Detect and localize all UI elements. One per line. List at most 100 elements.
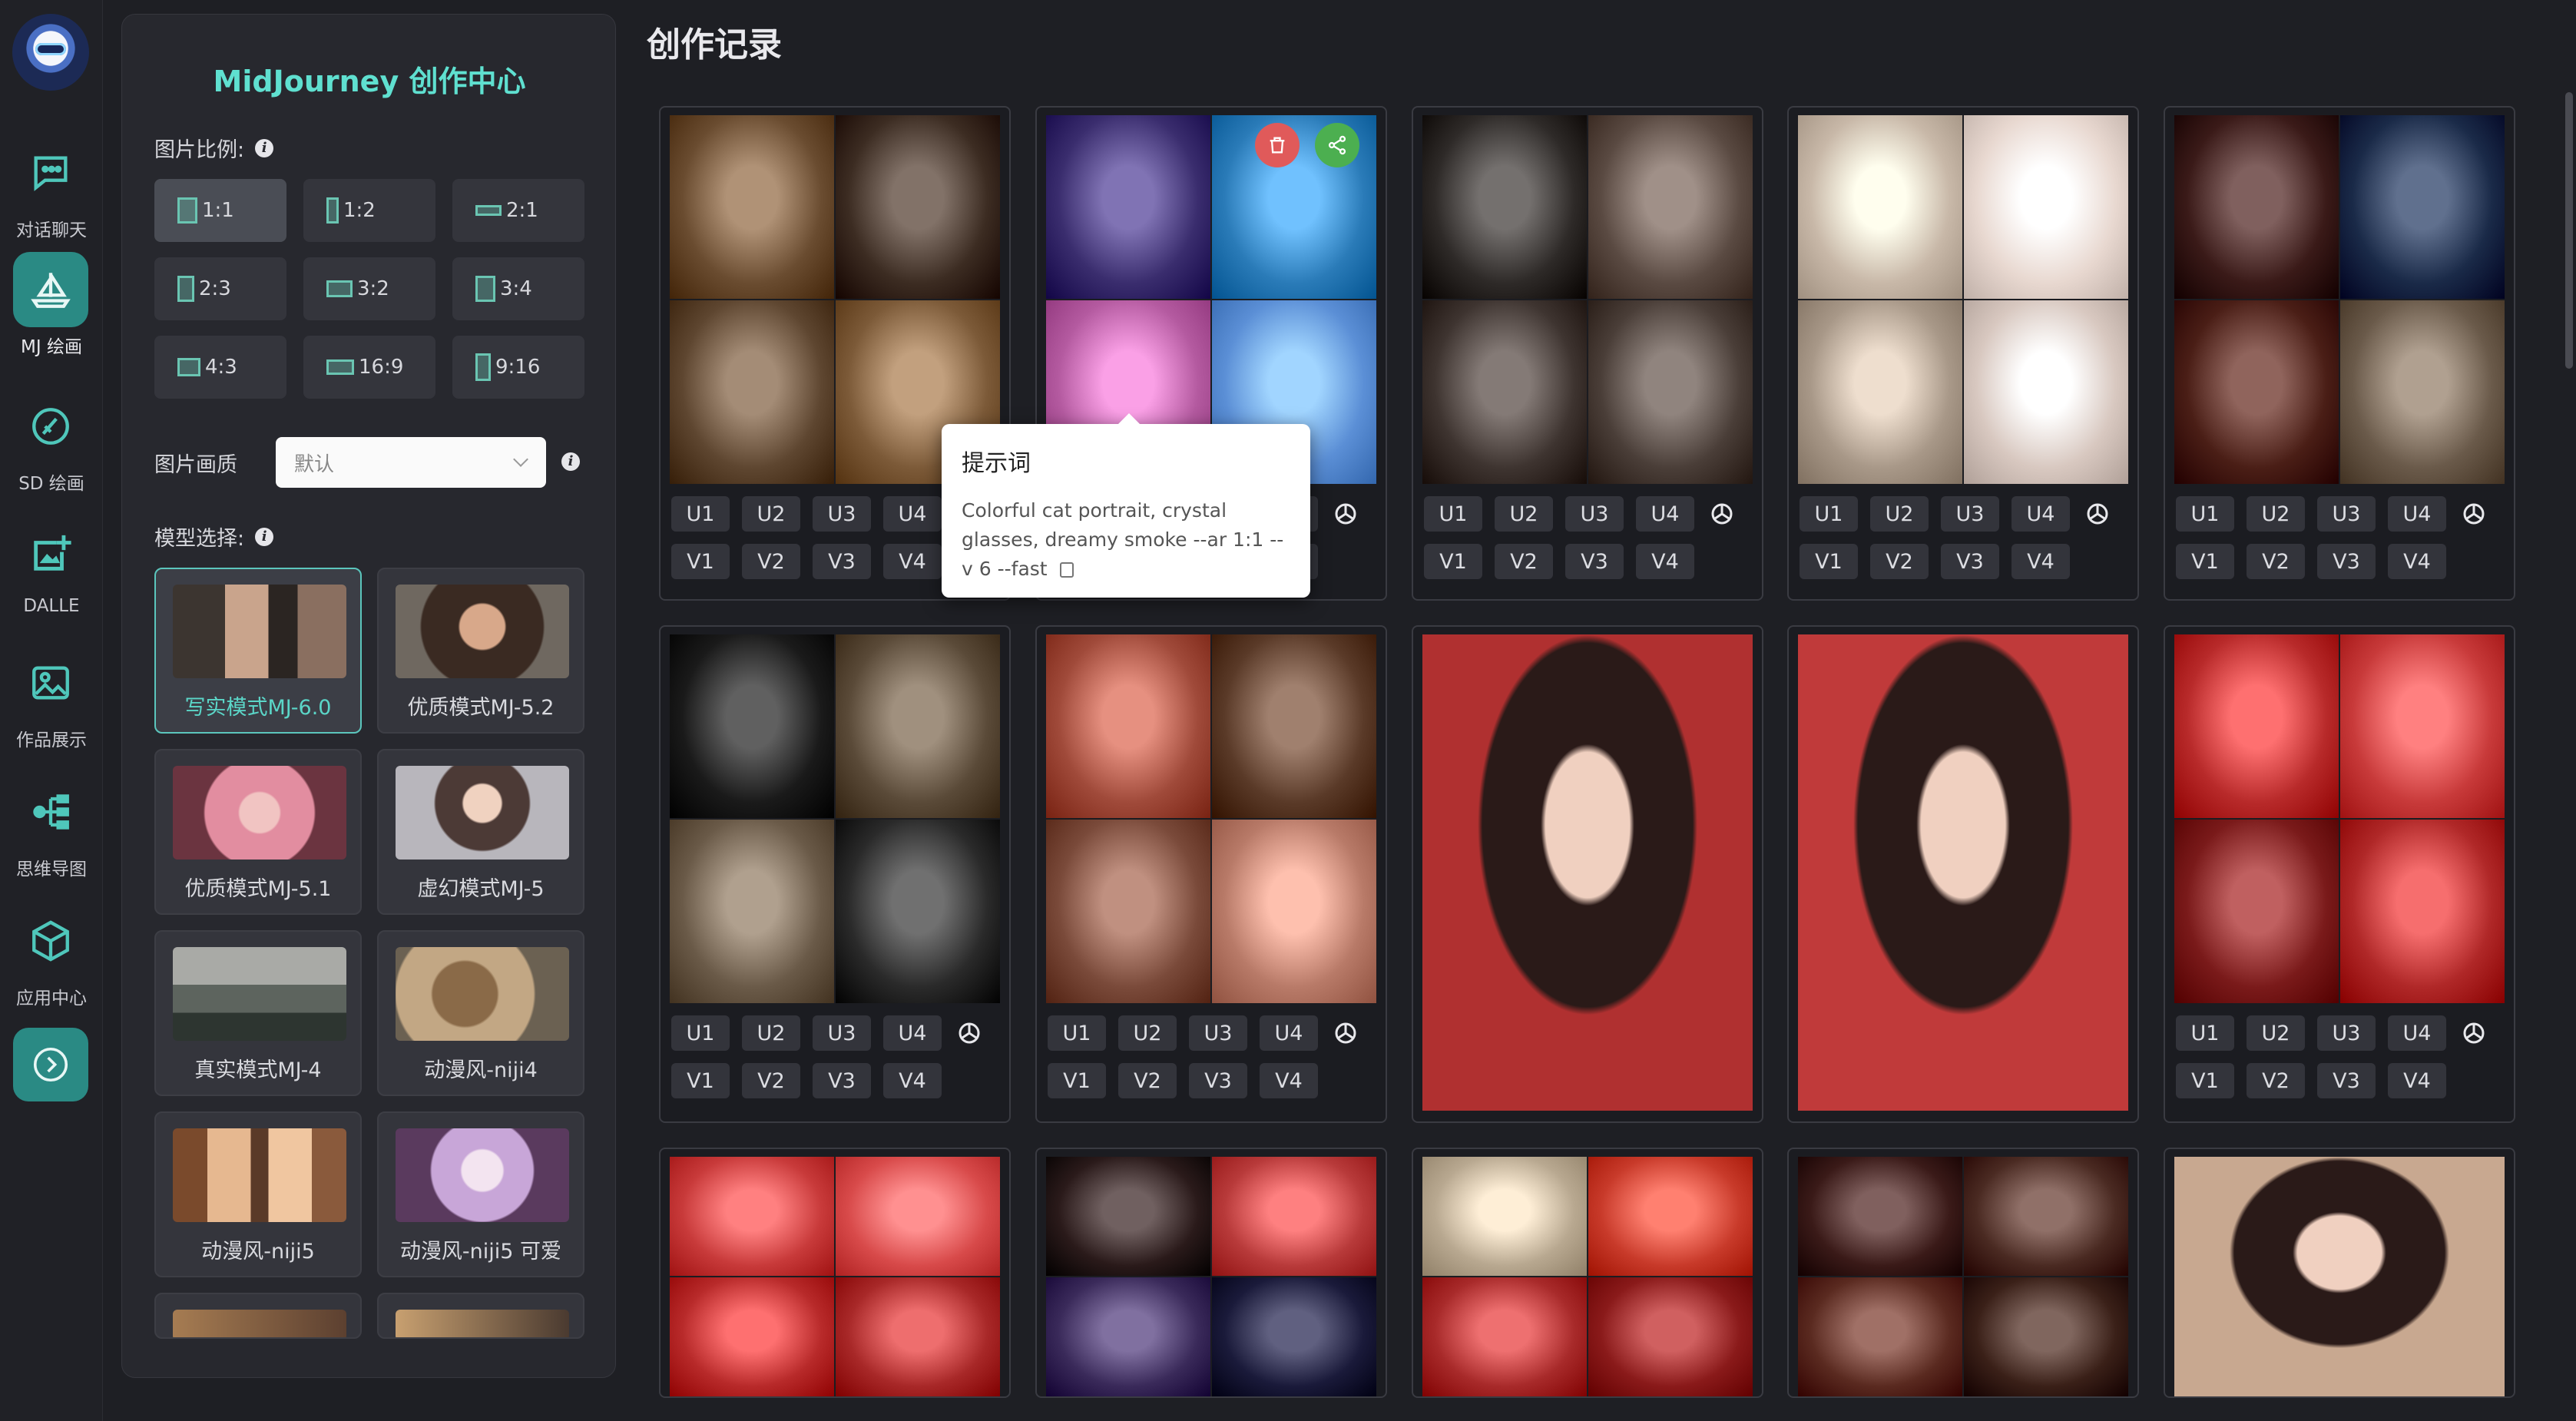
upscale-button-2[interactable]: U2 <box>1118 1015 1177 1051</box>
upscale-button-1[interactable]: U1 <box>2176 496 2234 532</box>
creation-card[interactable]: U1 U2 U3 U4 V1 V2 V3 V4 <box>1787 106 2139 601</box>
delete-button[interactable] <box>1255 123 1300 167</box>
creation-card[interactable]: U1 U2 U3 U4 V1 V2 V3 V4 <box>2164 106 2515 601</box>
variation-button-3[interactable]: V3 <box>1565 544 1624 579</box>
variation-button-2[interactable]: V2 <box>2247 1063 2305 1098</box>
variation-button-3[interactable]: V3 <box>1941 544 1999 579</box>
upscale-button-3[interactable]: U3 <box>813 1015 871 1051</box>
upscale-button-4[interactable]: U4 <box>2388 1015 2446 1051</box>
variation-button-1[interactable]: V1 <box>2176 544 2234 579</box>
variation-button-4[interactable]: V4 <box>2388 1063 2446 1098</box>
upscale-button-3[interactable]: U3 <box>1565 496 1624 532</box>
upscale-button-2[interactable]: U2 <box>742 496 800 532</box>
openai-icon[interactable] <box>1330 499 1361 529</box>
ratio-option-3-4[interactable]: 3:4 <box>452 257 584 320</box>
upscale-button-1[interactable]: U1 <box>1048 1015 1106 1051</box>
upscale-button-4[interactable]: U4 <box>1260 1015 1318 1051</box>
creation-card[interactable] <box>1787 1148 2139 1398</box>
variation-button-4[interactable]: V4 <box>1636 544 1694 579</box>
info-icon[interactable]: i <box>561 452 580 471</box>
creation-card[interactable] <box>1412 1148 1763 1398</box>
creation-card[interactable] <box>1035 1148 1387 1398</box>
variation-button-1[interactable]: V1 <box>1800 544 1858 579</box>
rail-item-chat[interactable]: 对话聊天 <box>0 135 103 250</box>
rail-item-gallery[interactable]: 作品展示 <box>0 645 103 760</box>
rail-item-apps[interactable]: 应用中心 <box>0 903 103 1019</box>
creation-card[interactable]: U1 U2 U3 U4 V1 V2 V3 V4 <box>1412 106 1763 601</box>
upscale-button-3[interactable]: U3 <box>1189 1015 1247 1051</box>
generated-image[interactable] <box>2174 1157 2505 1396</box>
generated-image[interactable] <box>1422 1157 1753 1396</box>
upscale-button-4[interactable]: U4 <box>883 496 942 532</box>
model-option-more[interactable] <box>377 1293 584 1339</box>
creation-card[interactable] <box>1787 625 2139 1123</box>
openai-icon[interactable] <box>1330 1018 1361 1048</box>
ratio-option-9-16[interactable]: 9:16 <box>452 336 584 399</box>
generated-image[interactable] <box>670 1157 1000 1396</box>
upscale-button-3[interactable]: U3 <box>1941 496 1999 532</box>
upscale-button-1[interactable]: U1 <box>1424 496 1482 532</box>
ratio-option-1-1[interactable]: 1:1 <box>154 179 286 242</box>
upscale-button-2[interactable]: U2 <box>1495 496 1553 532</box>
variation-button-2[interactable]: V2 <box>2247 544 2305 579</box>
openai-icon[interactable] <box>2458 1018 2489 1048</box>
user-avatar[interactable] <box>12 14 89 91</box>
model-option-mj51[interactable]: 优质模式MJ-5.1 <box>154 749 362 915</box>
info-icon[interactable]: i <box>255 138 274 157</box>
variation-button-4[interactable]: V4 <box>1260 1063 1318 1098</box>
upscale-button-2[interactable]: U2 <box>2247 496 2305 532</box>
variation-button-2[interactable]: V2 <box>742 544 800 579</box>
generated-image[interactable] <box>1798 634 2128 1111</box>
copy-icon[interactable] <box>1059 562 1074 578</box>
model-option-niji5[interactable]: 动漫风-niji5 <box>154 1111 362 1277</box>
ratio-option-4-3[interactable]: 4:3 <box>154 336 286 399</box>
generated-image[interactable] <box>670 634 1000 1003</box>
upscale-button-3[interactable]: U3 <box>813 496 871 532</box>
upscale-button-1[interactable]: U1 <box>2176 1015 2234 1051</box>
variation-button-3[interactable]: V3 <box>813 1063 871 1098</box>
creation-card[interactable]: U1 U2 U3 U4 V1 V2 V3 V4 <box>659 625 1011 1123</box>
ratio-option-3-2[interactable]: 3:2 <box>303 257 435 320</box>
openai-icon[interactable] <box>1707 499 1737 529</box>
variation-button-4[interactable]: V4 <box>883 1063 942 1098</box>
creation-card[interactable] <box>2164 1148 2515 1398</box>
model-option-niji5-cute[interactable]: 动漫风-niji5 可爱 <box>377 1111 584 1277</box>
generated-image[interactable] <box>2174 634 2505 1003</box>
upscale-button-4[interactable]: U4 <box>1636 496 1694 532</box>
variation-button-1[interactable]: V1 <box>1424 544 1482 579</box>
upscale-button-2[interactable]: U2 <box>2247 1015 2305 1051</box>
variation-button-1[interactable]: V1 <box>671 544 730 579</box>
model-option-niji4[interactable]: 动漫风-niji4 <box>377 930 584 1096</box>
upscale-button-1[interactable]: U1 <box>671 1015 730 1051</box>
variation-button-2[interactable]: V2 <box>1118 1063 1177 1098</box>
generated-image[interactable] <box>1422 115 1753 484</box>
ratio-option-16-9[interactable]: 16:9 <box>303 336 435 399</box>
ratio-option-2-1[interactable]: 2:1 <box>452 179 584 242</box>
variation-button-3[interactable]: V3 <box>1189 1063 1247 1098</box>
variation-button-4[interactable]: V4 <box>2388 544 2446 579</box>
model-option-mj4[interactable]: 真实模式MJ-4 <box>154 930 362 1096</box>
upscale-button-1[interactable]: U1 <box>671 496 730 532</box>
creation-card[interactable] <box>659 1148 1011 1398</box>
variation-button-4[interactable]: V4 <box>2011 544 2070 579</box>
upscale-button-3[interactable]: U3 <box>2317 1015 2376 1051</box>
variation-button-2[interactable]: V2 <box>1495 544 1553 579</box>
rail-item-sd[interactable]: SD 绘画 <box>0 389 103 504</box>
model-option-more[interactable] <box>154 1293 362 1339</box>
model-option-mj6[interactable]: 写实模式MJ-6.0 <box>154 568 362 734</box>
upscale-button-2[interactable]: U2 <box>1870 496 1929 532</box>
variation-button-1[interactable]: V1 <box>671 1063 730 1098</box>
creation-card[interactable]: U1 U2 U3 U4 V1 V2 V3 V4 <box>1035 625 1387 1123</box>
variation-button-1[interactable]: V1 <box>1048 1063 1106 1098</box>
variation-button-3[interactable]: V3 <box>2317 1063 2376 1098</box>
expand-button[interactable] <box>13 1028 88 1101</box>
generated-image[interactable] <box>1046 1157 1376 1396</box>
rail-item-dalle[interactable]: DALLE <box>0 516 103 631</box>
upscale-button-1[interactable]: U1 <box>1800 496 1858 532</box>
rail-item-mj[interactable]: MJ 绘画 <box>0 252 103 367</box>
model-option-mj52[interactable]: 优质模式MJ-5.2 <box>377 568 584 734</box>
generated-image[interactable] <box>1798 115 2128 484</box>
upscale-button-3[interactable]: U3 <box>2317 496 2376 532</box>
generated-image[interactable] <box>1798 1157 2128 1396</box>
model-option-mj5[interactable]: 虚幻模式MJ-5 <box>377 749 584 915</box>
